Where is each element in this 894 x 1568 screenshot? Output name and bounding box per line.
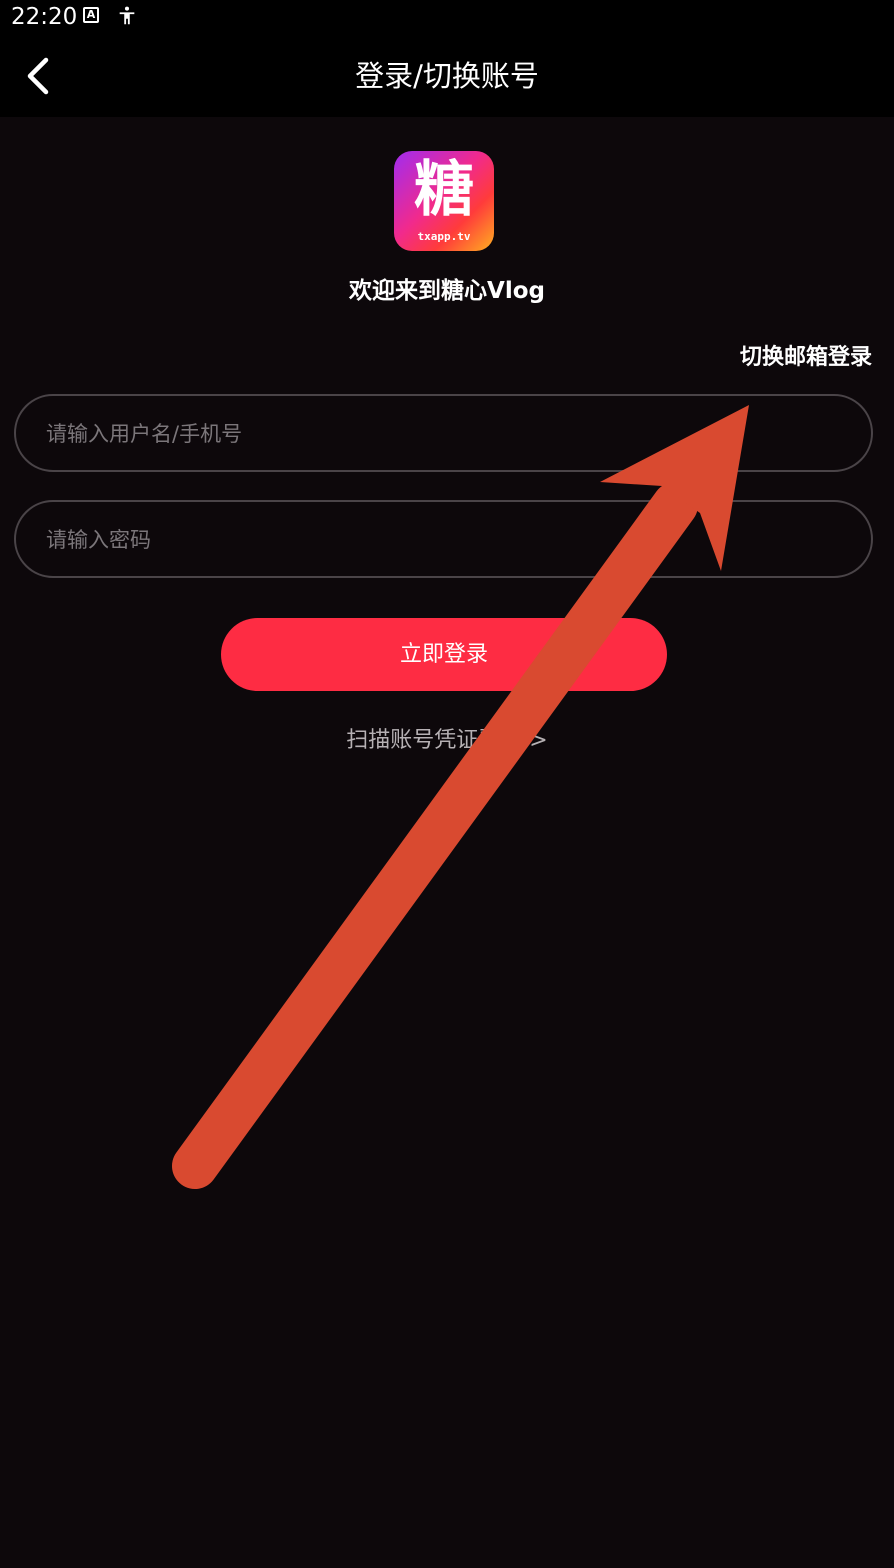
- top-bar: 22:20 A 登录/切换账号: [0, 0, 894, 117]
- username-input[interactable]: [44, 396, 848, 472]
- status-time: 22:20: [11, 4, 78, 30]
- scan-credential-link[interactable]: 扫描账号凭证登录 >: [0, 724, 894, 758]
- logo-subtitle: txapp.tv: [417, 230, 471, 243]
- switch-email-login-link[interactable]: 切换邮箱登录: [740, 342, 872, 374]
- page-title: 登录/切换账号: [355, 59, 539, 93]
- app-logo: 糖 txapp.tv: [394, 151, 494, 251]
- password-field: [14, 500, 873, 578]
- logo-char: 糖: [414, 155, 474, 225]
- accessibility-icon: [119, 6, 135, 25]
- a-notification-icon: A: [83, 7, 99, 23]
- welcome-text: 欢迎来到糖心Vlog: [349, 278, 545, 304]
- annotation-arrow-shaft: [172, 482, 698, 1189]
- username-field: [14, 394, 873, 472]
- login-screen: 22:20 A 登录/切换账号 糖 txapp.tv 欢迎来到糖心Vlog 切换…: [0, 0, 894, 1568]
- password-input[interactable]: [44, 502, 848, 578]
- login-button[interactable]: 立即登录: [221, 618, 667, 691]
